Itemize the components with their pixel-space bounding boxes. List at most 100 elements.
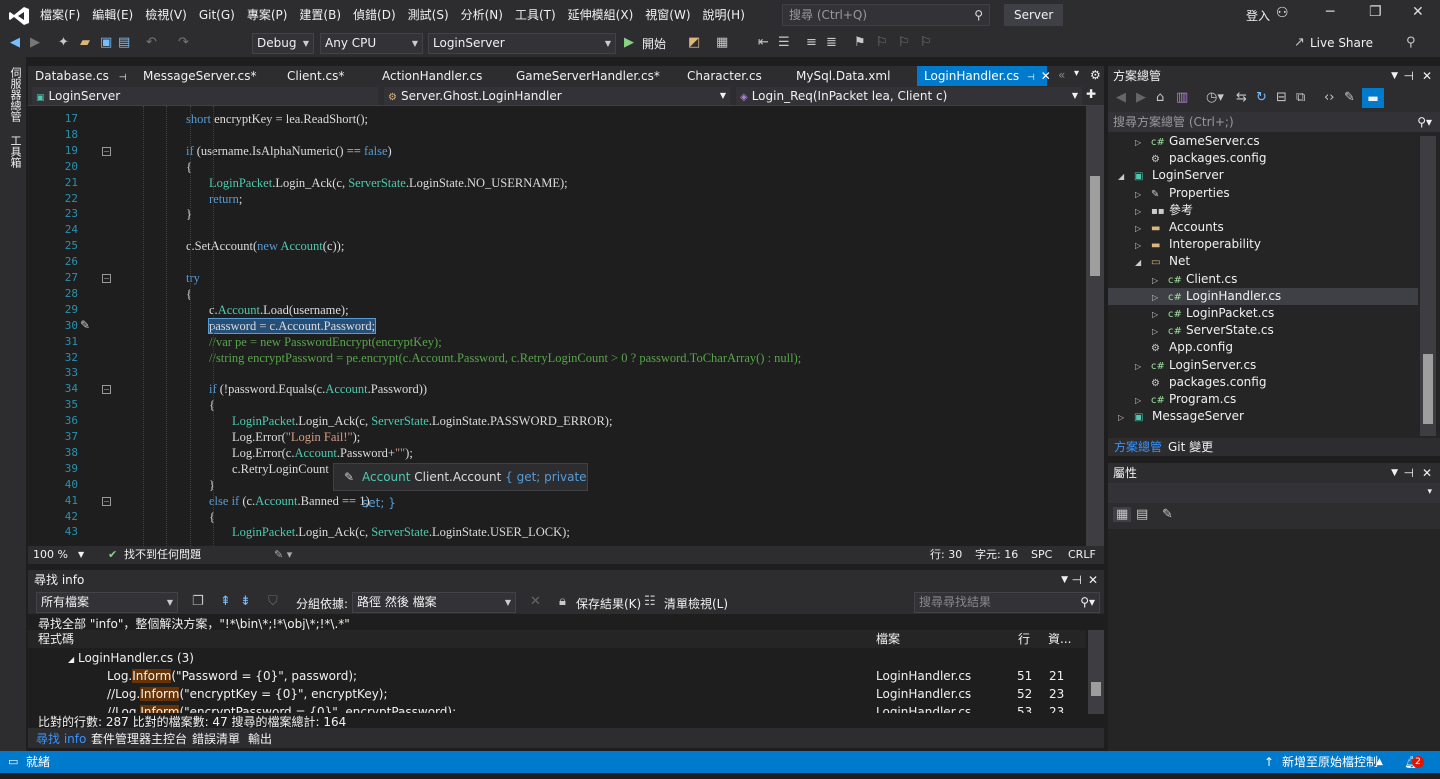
expand-arrow-icon[interactable]: ◢ [1118,168,1134,185]
format-icon[interactable]: ≡ [806,35,817,50]
alphabetical-icon[interactable]: ▤ [1136,507,1148,522]
code-line[interactable]: } [209,478,215,493]
code-line[interactable]: //string encryptPassword = pe.encrypt(c.… [209,351,801,366]
expand-arrow-icon[interactable]: ▷ [1152,272,1168,289]
code-line[interactable]: //var pe = new PasswordEncrypt(encryptKe… [209,335,442,350]
close-icon[interactable]: ✕ [1422,463,1432,483]
chevron-up-icon[interactable]: ▲ [1376,751,1383,773]
expand-arrow-icon[interactable]: ▷ [1135,134,1151,151]
tab-solution-explorer[interactable]: 方案總管 [1114,438,1162,456]
expand-arrow-icon[interactable]: ▷ [1152,289,1168,306]
expand-arrow-icon[interactable]: ▷ [1135,203,1151,220]
menu-item-0[interactable]: 檔案(F) [34,0,86,31]
keep-results-toggle[interactable]: 保存結果(K) [576,595,641,612]
menu-item-11[interactable]: 視窗(W) [639,0,696,31]
next-bookmark-icon[interactable]: ⚐ [898,35,910,50]
fold-toggle-icon[interactable]: − [102,274,111,283]
code-line[interactable]: return; [209,192,242,207]
back-icon[interactable]: ◀ [1116,90,1126,105]
expand-arrow-icon[interactable]: ▷ [1152,323,1168,340]
expand-arrow-icon[interactable]: ▷ [1135,392,1151,409]
menu-item-4[interactable]: 專案(P) [241,0,294,31]
startup-project-select[interactable]: LoginServer ▼ [428,33,616,54]
menu-item-1[interactable]: 編輯(E) [86,0,139,31]
tree-scrollbar-thumb[interactable] [1423,354,1433,424]
show-all-files-icon[interactable]: ⧉ [1296,90,1305,105]
home-icon[interactable]: ⌂ [1156,90,1164,105]
expand-arrow-icon[interactable]: ▷ [1118,409,1134,426]
dropdown-icon[interactable]: ▼ [1391,463,1398,483]
hot-reload-icon[interactable]: ▦ [716,35,728,50]
tree-item[interactable]: ▷ c# ServerState.cs [1108,322,1418,339]
menu-item-12[interactable]: 說明(H) [697,0,751,31]
property-pages-icon[interactable]: ✎ [1162,507,1173,522]
pending-changes-icon[interactable]: ◷▾ [1206,90,1224,105]
column-line[interactable]: 行 [1018,630,1030,648]
code-line[interactable]: if (!password.Equals(c.Account.Password)… [209,382,427,397]
tree-item[interactable]: ⚙ packages.config [1108,150,1418,167]
start-button[interactable]: 開始 [642,35,666,52]
tab-database[interactable]: Database.cs ⊣ [28,66,127,86]
tab-client[interactable]: Client.cs* [280,66,344,86]
expand-arrow-icon[interactable]: ◢ [1135,254,1151,271]
project-dropdown[interactable]: ▣ LoginServer [32,87,378,105]
close-icon[interactable]: ✕ [1412,4,1424,20]
pin-icon[interactable]: ⊣ [119,73,127,83]
redo-icon[interactable]: ↷ [178,35,189,50]
new-project-icon[interactable]: ✦ [58,35,69,50]
split-editor-icon[interactable]: ✚ [1086,87,1096,101]
switch-views-icon[interactable]: ▥ [1176,90,1188,105]
code-line[interactable]: { [186,287,192,302]
properties-icon[interactable]: ✎ [1344,90,1355,105]
collapse-all-icon[interactable]: ⊟ [1276,90,1287,105]
liveshare-button[interactable]: Live Share [1310,36,1373,50]
expand-arrow-icon[interactable]: ▷ [1135,186,1151,203]
feedback-icon[interactable]: ⚲ [1406,35,1416,50]
categorized-icon[interactable]: ▦ [1113,507,1132,522]
line-ending-indicator[interactable]: CRLF [1068,546,1096,564]
forward-icon[interactable]: ▶ [1136,90,1146,105]
group-by-select[interactable]: 路徑 然後 檔案 ▼ [352,592,516,613]
tab-messageserver[interactable]: MessageServer.cs* [136,66,257,86]
solution-search[interactable]: 搜尋方案總管 (Ctrl+;) ⚲▾ [1108,112,1440,132]
tree-item[interactable]: ▷ c# Client.cs [1108,271,1418,288]
tab-character[interactable]: Character.cs [680,66,762,86]
fold-toggle-icon[interactable]: − [102,496,111,506]
save-icon[interactable]: ▣ [100,35,112,50]
tab-mysql-data-xml[interactable]: MySql.Data.xml [789,66,890,86]
tree-item[interactable]: ▷ ▬ Interoperability [1108,236,1418,253]
tab-dropdown-icon[interactable]: ▾ [1074,68,1079,79]
code-line[interactable]: c.Account.Load(username); [209,303,349,318]
code-line[interactable]: LoginPacket.Login_Ack(c, ServerState.Log… [232,414,612,429]
next-result-icon[interactable]: ⇟ [240,594,251,609]
code-line[interactable]: { [209,398,215,413]
prev-result-icon[interactable]: ⇞ [220,594,231,609]
member-dropdown[interactable]: ◈ Login_Req(InPacket lea, Client c) ▼ [736,87,1082,105]
menu-item-3[interactable]: Git(G) [193,0,241,31]
server-explorer-tab[interactable]: 伺服器總管 [7,67,22,122]
scroll-tabs-left-icon[interactable]: « [1058,68,1065,82]
tree-item[interactable]: ◢ ▣ LoginServer [1108,167,1418,184]
toolbox-tab[interactable]: 工具箱 [7,135,22,168]
pin-icon[interactable]: ⊣ [1027,73,1035,83]
find-results-search[interactable]: 搜尋尋找結果 ⚲▾ [914,592,1100,613]
sign-in-link[interactable]: 登入 [1246,7,1270,24]
close-tab-icon[interactable]: ✕ [1041,69,1051,83]
tree-item[interactable]: ▷ ✎ Properties [1108,185,1418,202]
expand-arrow-icon[interactable]: ▷ [1135,358,1151,375]
collapse-icon[interactable]: ◢ [68,655,74,664]
code-line[interactable]: if (username.IsAlphaNumeric() == false) [186,144,392,159]
tree-item[interactable]: ▷ ▣ MessageServer [1108,408,1418,425]
menu-item-2[interactable]: 檢視(V) [139,0,193,31]
copy-icon[interactable]: ❐ [192,594,204,609]
tab-loginhandler[interactable]: LoginHandler.cs ⊣ ✕ [917,66,1051,86]
open-file-icon[interactable]: ▰ [80,35,90,50]
code-line[interactable]: { [186,160,192,175]
filter-icon[interactable]: ⛉ [268,594,278,609]
prev-bookmark-icon[interactable]: ⚐ [876,35,888,50]
tab-git-changes[interactable]: Git 變更 [1168,438,1213,456]
zoom-level[interactable]: 100 % [33,546,68,564]
dropdown-icon[interactable]: ▼ [1061,570,1068,590]
selected-text[interactable]: password = c.Account.Password; [207,317,377,334]
tab-output[interactable]: 輸出 [248,730,272,747]
